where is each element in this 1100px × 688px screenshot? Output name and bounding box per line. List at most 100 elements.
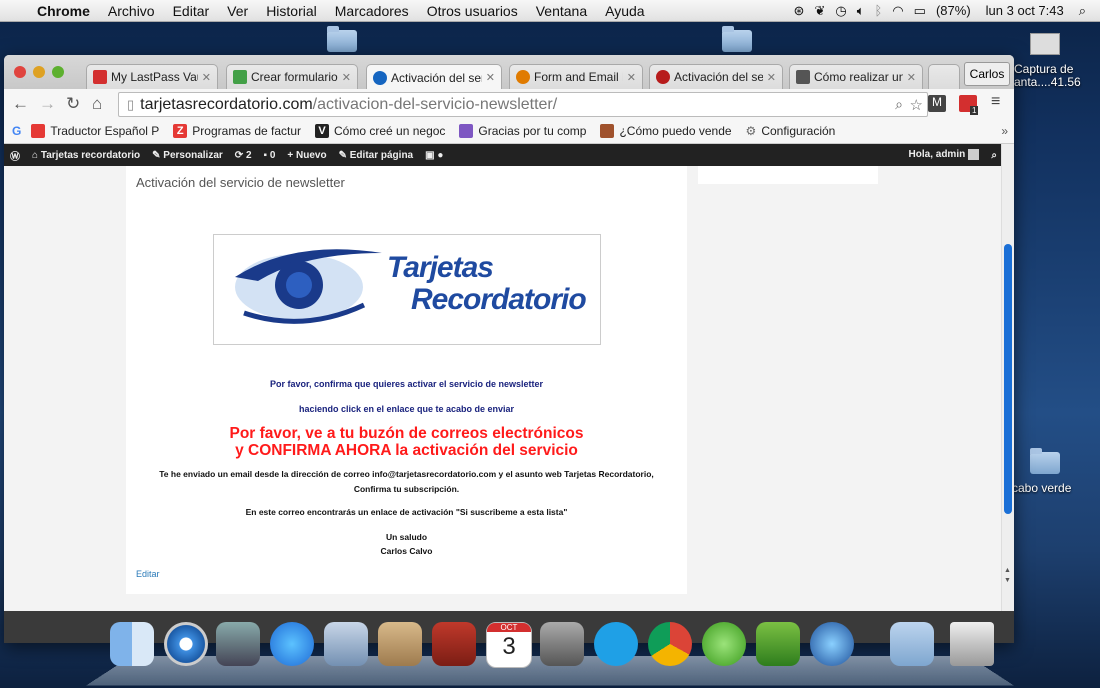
bluetooth-icon[interactable]: ᛒ bbox=[870, 3, 888, 18]
quicktime-icon[interactable] bbox=[810, 622, 854, 666]
customize-link[interactable]: ✎ Personalizar bbox=[152, 150, 223, 161]
edit-link[interactable]: Editar bbox=[136, 569, 160, 579]
scroll-up-arrow-icon[interactable]: ▲ bbox=[1004, 567, 1011, 574]
lastpass-icon bbox=[93, 70, 107, 84]
tab-label: Activación del ser bbox=[674, 70, 763, 84]
battery-icon[interactable]: ▭ bbox=[909, 3, 931, 19]
tab-lastpass[interactable]: My LastPass Vault ✕ bbox=[86, 64, 218, 89]
spotlight-search-icon[interactable]: ⌕ bbox=[1074, 3, 1100, 19]
updates-link[interactable]: ⟳ 2 bbox=[235, 150, 252, 161]
system-preferences-icon[interactable] bbox=[540, 622, 584, 666]
close-tab-icon[interactable]: ✕ bbox=[486, 71, 495, 84]
minimize-window-button[interactable] bbox=[33, 66, 45, 78]
admin-greeting[interactable]: Hola, admin bbox=[909, 149, 979, 161]
finder-icon[interactable] bbox=[110, 622, 154, 666]
chrome-menu-icon[interactable]: ≡ bbox=[991, 93, 1000, 111]
comments-link[interactable]: ▪ 0 bbox=[264, 150, 276, 161]
new-tab-button[interactable] bbox=[928, 64, 960, 89]
bookmark-traductor[interactable]: Traductor Español P bbox=[31, 124, 159, 138]
desktop-folder-icon[interactable] bbox=[327, 26, 357, 52]
tab-crear-formulario[interactable]: Crear formulario f ✕ bbox=[226, 64, 358, 89]
forward-arrow-icon[interactable]: → bbox=[39, 94, 56, 114]
time-machine-icon[interactable]: ◷ bbox=[830, 3, 851, 19]
cabo-verde-folder-label[interactable]: cabo verde bbox=[1012, 481, 1071, 495]
evernote-icon[interactable] bbox=[756, 622, 800, 666]
page-icon: ▯ bbox=[127, 96, 135, 112]
screenshot-file-icon[interactable] bbox=[1030, 33, 1060, 55]
calendar-icon[interactable]: OCT 3 bbox=[486, 622, 532, 668]
close-tab-icon[interactable]: ✕ bbox=[627, 71, 636, 84]
bookmark-como-puedo[interactable]: ¿Cómo puedo vende bbox=[600, 124, 732, 138]
close-tab-icon[interactable]: ✕ bbox=[767, 71, 776, 84]
url-host: tarjetasrecordatorio.com bbox=[140, 95, 313, 113]
app-store-icon[interactable] bbox=[270, 622, 314, 666]
address-bar[interactable]: ▯ tarjetasrecordatorio.com/activacion-de… bbox=[118, 92, 928, 117]
menu-ver[interactable]: Ver bbox=[218, 3, 257, 19]
bookmarks-overflow-icon[interactable]: » bbox=[1001, 124, 1008, 138]
photo-booth-icon[interactable] bbox=[432, 622, 476, 666]
close-tab-icon[interactable]: ✕ bbox=[907, 71, 916, 84]
close-tab-icon[interactable]: ✕ bbox=[342, 71, 351, 84]
tab-como-realizar[interactable]: Cómo realizar una ✕ bbox=[789, 64, 923, 89]
zoom-icon[interactable]: ⌕ bbox=[895, 96, 903, 113]
profile-button[interactable]: Carlos bbox=[964, 62, 1010, 86]
wordpress-logo-icon[interactable]: Ⓦ bbox=[10, 148, 20, 163]
menu-app-chrome[interactable]: Chrome bbox=[28, 3, 99, 19]
new-content-link[interactable]: + Nuevo bbox=[287, 150, 326, 161]
bookmark-label: Cómo creé un negoc bbox=[334, 124, 446, 138]
menu-editar[interactable]: Editar bbox=[164, 3, 219, 19]
status-icon-1[interactable]: ⊛ bbox=[789, 3, 810, 19]
avatar bbox=[968, 149, 979, 161]
home-icon[interactable]: ⌂ bbox=[92, 94, 102, 114]
reload-icon[interactable]: ↻ bbox=[66, 94, 80, 114]
tab-form-email[interactable]: Form and Email D ✕ bbox=[509, 64, 643, 89]
page-scrollbar[interactable]: ▲ ▼ bbox=[1001, 144, 1014, 611]
close-tab-icon[interactable]: ✕ bbox=[202, 71, 211, 84]
bookmark-gracias[interactable]: Gracias por tu comp bbox=[459, 124, 586, 138]
close-window-button[interactable] bbox=[14, 66, 26, 78]
browser-toolbar: ← → ↻ ⌂ ▯ tarjetasrecordatorio.com/activ… bbox=[4, 89, 1014, 119]
bookmark-star-icon[interactable]: ☆ bbox=[910, 96, 923, 114]
screenshot-file-label[interactable]: Captura de anta....41.56 bbox=[1014, 63, 1081, 89]
email-text-2: Confirma tu subscripción. bbox=[353, 484, 460, 494]
admin-search-icon[interactable]: ⌕ bbox=[991, 150, 997, 161]
zoom-window-button[interactable] bbox=[52, 66, 64, 78]
applications-folder-icon[interactable] bbox=[890, 622, 934, 666]
calendar-day: 3 bbox=[502, 633, 516, 660]
menu-ventana[interactable]: Ventana bbox=[527, 3, 596, 19]
facetime-icon[interactable] bbox=[216, 622, 260, 666]
bookmark-como-cree[interactable]: V Cómo creé un negoc bbox=[315, 124, 445, 138]
clock[interactable]: lun 3 oct 7:43 bbox=[976, 3, 1074, 18]
desktop-folder-icon[interactable] bbox=[722, 26, 752, 52]
trash-icon[interactable] bbox=[950, 622, 994, 666]
cabo-verde-folder-icon[interactable] bbox=[1030, 448, 1060, 474]
skype-icon[interactable] bbox=[594, 622, 638, 666]
scrollbar-thumb[interactable] bbox=[1004, 244, 1012, 514]
edit-page-link[interactable]: ✎ Editar página bbox=[339, 150, 414, 161]
back-arrow-icon[interactable]: ← bbox=[12, 94, 29, 114]
envelope-icon bbox=[459, 124, 474, 138]
preview-icon[interactable] bbox=[324, 622, 368, 666]
menu-marcadores[interactable]: Marcadores bbox=[326, 3, 418, 19]
site-name-link[interactable]: ⌂ Tarjetas recordatorio bbox=[32, 150, 140, 161]
battery-percent[interactable]: (87%) bbox=[931, 3, 976, 18]
menu-historial[interactable]: Historial bbox=[257, 3, 326, 19]
menu-ayuda[interactable]: Ayuda bbox=[596, 3, 653, 19]
bookmark-configuracion[interactable]: ⚙ Configuración bbox=[746, 124, 836, 138]
contacts-icon[interactable] bbox=[378, 622, 422, 666]
menu-archivo[interactable]: Archivo bbox=[99, 3, 164, 19]
chrome-icon[interactable] bbox=[648, 622, 692, 666]
gmail-extension-icon[interactable]: M bbox=[928, 95, 946, 112]
seo-icon[interactable]: ▣ ● bbox=[425, 150, 443, 161]
menu-otros-usuarios[interactable]: Otros usuarios bbox=[418, 3, 527, 19]
scroll-down-arrow-icon[interactable]: ▼ bbox=[1004, 577, 1011, 584]
tab-activacion-active[interactable]: Activación del ser ✕ bbox=[366, 64, 502, 90]
bookmark-programas[interactable]: Z Programas de factur bbox=[173, 124, 301, 138]
sync-app-icon[interactable] bbox=[702, 622, 746, 666]
volume-icon[interactable]: 🔈︎ bbox=[852, 3, 870, 19]
evernote-status-icon[interactable]: ❦ bbox=[809, 3, 830, 19]
safari-icon[interactable] bbox=[164, 622, 208, 666]
google-icon[interactable]: G bbox=[12, 124, 21, 138]
wifi-icon[interactable]: ◠ bbox=[887, 3, 908, 19]
tab-activacion-2[interactable]: Activación del ser ✕ bbox=[649, 64, 783, 89]
